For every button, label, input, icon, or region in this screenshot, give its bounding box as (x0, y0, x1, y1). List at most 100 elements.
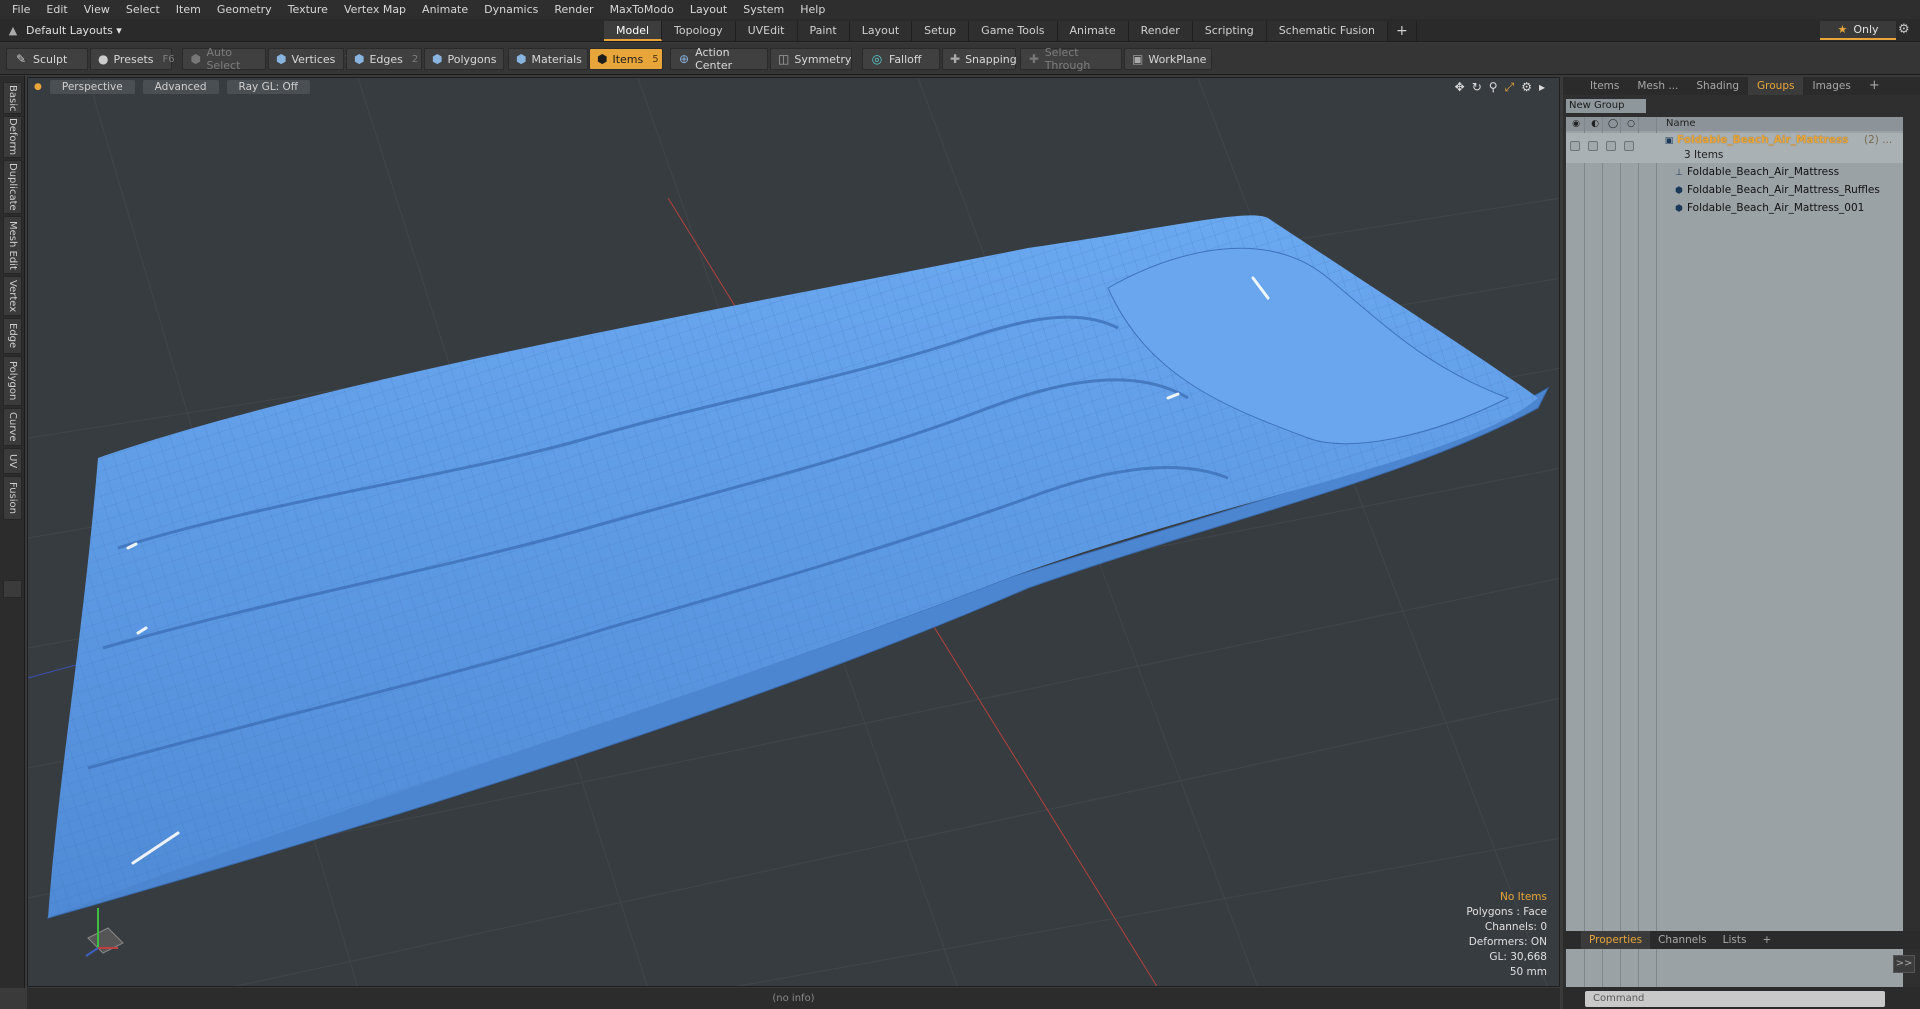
select-column-icon[interactable]: ○ (1624, 118, 1638, 130)
tab-model[interactable]: Model (604, 21, 663, 41)
tab-topology[interactable]: Topology (662, 21, 736, 41)
new-group-button[interactable]: New Group (1566, 99, 1646, 113)
tab-layout[interactable]: Layout (849, 21, 913, 41)
menu-help[interactable]: Help (792, 0, 833, 19)
tab-game-tools[interactable]: Game Tools (969, 21, 1058, 41)
view-mode-dropdown[interactable]: Perspective (49, 80, 135, 94)
left-tab-polygon[interactable]: Polygon (3, 356, 22, 406)
menu-vertex-map[interactable]: Vertex Map (336, 0, 414, 19)
left-tab-uv[interactable]: UV (3, 448, 22, 474)
tab-lists[interactable]: Lists (1715, 931, 1755, 949)
tab-paint[interactable]: Paint (797, 21, 850, 41)
zoom-icon[interactable]: ⚲ (1489, 80, 1498, 95)
left-tab-edge[interactable]: Edge (3, 318, 22, 354)
group-visibility-toggle[interactable] (1570, 141, 1580, 151)
add-properties-tab-button[interactable]: + (1754, 931, 1779, 949)
workplane-button[interactable]: ▣ WorkPlane (1124, 48, 1212, 70)
menu-view[interactable]: View (76, 0, 118, 19)
add-panel-tab-button[interactable]: + (1860, 77, 1889, 95)
polygons-button[interactable]: ⬢ Polygons (424, 48, 504, 70)
tab-images[interactable]: Images (1803, 77, 1859, 95)
tab-mesh[interactable]: Mesh ... (1628, 77, 1687, 95)
snapping-button[interactable]: ✚ Snapping (942, 48, 1017, 70)
fit-icon[interactable]: ⤢ (1505, 80, 1515, 95)
materials-button[interactable]: ⬢ Materials (508, 48, 588, 70)
falloff-button[interactable]: ◎ Falloff (862, 48, 940, 70)
sculpt-button[interactable]: ✎ Sculpt (6, 48, 88, 70)
tab-scripting[interactable]: Scripting (1192, 21, 1267, 41)
viewport-canvas[interactable] (28, 78, 1560, 987)
menu-animate[interactable]: Animate (414, 0, 476, 19)
select-through-button[interactable]: ✚ Select Through (1020, 46, 1122, 72)
symmetry-button[interactable]: ◫ Symmetry (770, 48, 852, 70)
menu-file[interactable]: File (4, 0, 38, 19)
shading-dropdown[interactable]: Advanced (142, 80, 219, 94)
only-button[interactable]: ★ Only (1820, 21, 1896, 40)
mesh-icon: ⬢ (1675, 186, 1683, 196)
group-render-toggle[interactable] (1588, 141, 1598, 151)
menu-texture[interactable]: Texture (280, 0, 336, 19)
items-button[interactable]: ⬢ Items 5 (589, 48, 663, 70)
menu-render[interactable]: Render (546, 0, 601, 19)
left-tab-mesh-edit[interactable]: Mesh Edit (3, 216, 22, 274)
menu-item[interactable]: Item (168, 0, 209, 19)
command-input[interactable]: Command (1585, 991, 1885, 1007)
viewport-menu-icon[interactable]: ● (34, 82, 42, 92)
tab-groups[interactable]: Groups (1748, 77, 1804, 95)
render-column-icon[interactable]: ◐ (1588, 118, 1602, 130)
edges-button[interactable]: ⬢ Edges 2 (346, 48, 422, 70)
menu-maxtomodo[interactable]: MaxToModo (602, 0, 682, 19)
settings-gear-icon[interactable]: ⚙ (1898, 22, 1910, 37)
groups-list: ◉ ◐ ◯ ○ Name ▣ Foldable_Beach_Air_Mattre… (1566, 117, 1903, 997)
tab-uvedit[interactable]: UVEdit (735, 21, 798, 41)
tab-items[interactable]: Items (1581, 77, 1628, 95)
raygl-dropdown[interactable]: Ray GL: Off (226, 80, 310, 94)
group-lock-toggle[interactable] (1606, 141, 1616, 151)
tab-properties[interactable]: Properties (1581, 931, 1651, 949)
presets-shortcut: F6 (162, 53, 175, 65)
viewport-expand-icon[interactable]: ▸ (1539, 80, 1545, 95)
left-tab-basic[interactable]: Basic (3, 82, 22, 114)
add-tab-button[interactable]: + (1388, 21, 1417, 41)
3d-viewport[interactable]: ● Perspective Advanced Ray GL: Off ✥ ↻ ⚲… (27, 77, 1560, 987)
left-tab-duplicate[interactable]: Duplicate (3, 160, 22, 214)
layout-selector[interactable]: ▲ Default Layouts ▾ (6, 22, 122, 39)
vertices-button[interactable]: ⬢ Vertices 1 (268, 48, 351, 70)
tab-render[interactable]: Render (1128, 21, 1193, 41)
menu-system[interactable]: System (735, 0, 792, 19)
pan-icon[interactable]: ✥ (1455, 80, 1465, 95)
tab-setup[interactable]: Setup (912, 21, 970, 41)
group-child-row[interactable]: ⬢ Foldable_Beach_Air_Mattress_001 (1566, 201, 1903, 217)
vertices-icon: ⬢ (276, 52, 287, 66)
action-center-button[interactable]: ⊕ Action Center (670, 46, 768, 72)
name-column-header[interactable]: Name (1666, 118, 1696, 129)
lock-column-icon[interactable]: ◯ (1606, 118, 1620, 130)
menu-geometry[interactable]: Geometry (209, 0, 280, 19)
visibility-column-icon[interactable]: ◉ (1569, 118, 1583, 130)
auto-select-button[interactable]: ⬢ Auto Select (182, 46, 266, 72)
presets-button[interactable]: ● Presets F6 (90, 48, 175, 70)
expand-panel-button[interactable]: >> (1893, 955, 1915, 973)
left-tab-deform[interactable]: Deform (3, 116, 22, 158)
left-tab-extra[interactable] (3, 580, 22, 598)
group-select-toggle[interactable] (1624, 141, 1634, 151)
left-tab-vertex[interactable]: Vertex (3, 276, 22, 316)
rotate-icon[interactable]: ↻ (1472, 80, 1482, 95)
left-tab-fusion[interactable]: Fusion (3, 476, 22, 520)
menu-edit[interactable]: Edit (38, 0, 75, 19)
group-row[interactable]: ▣ Foldable_Beach_Air_Mattress (2) ... 3 … (1566, 133, 1903, 163)
menu-layout[interactable]: Layout (682, 0, 735, 19)
layout-tabs: Model Topology UVEdit Paint Layout Setup… (604, 21, 1417, 41)
viewport-settings-icon[interactable]: ⚙ (1521, 80, 1532, 95)
tab-channels[interactable]: Channels (1650, 931, 1715, 949)
workplane-icon: ▣ (1132, 52, 1144, 66)
layout-collapse-icon[interactable]: ▲ (6, 24, 20, 38)
menu-select[interactable]: Select (118, 0, 168, 19)
left-tab-curve[interactable]: Curve (3, 408, 22, 446)
group-child-row[interactable]: ⊥ Foldable_Beach_Air_Mattress (1566, 165, 1903, 181)
menu-dynamics[interactable]: Dynamics (476, 0, 546, 19)
tab-animate[interactable]: Animate (1057, 21, 1129, 41)
tab-shading[interactable]: Shading (1687, 77, 1748, 95)
tab-schematic-fusion[interactable]: Schematic Fusion (1266, 21, 1389, 41)
group-child-row[interactable]: ⬢ Foldable_Beach_Air_Mattress_Ruffles (1566, 183, 1903, 199)
